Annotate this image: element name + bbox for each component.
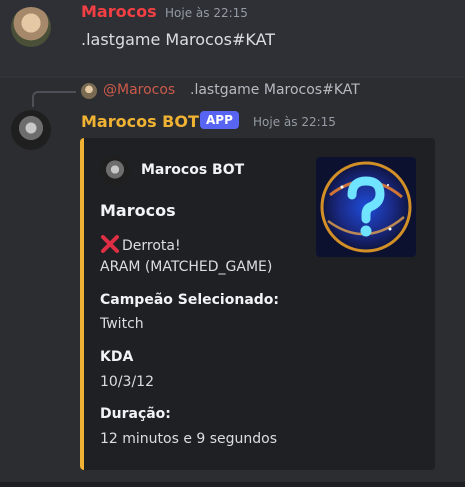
match-result-text: Derrota! <box>122 238 181 254</box>
embed-title: Marocos <box>100 201 176 220</box>
bot-username[interactable]: Marocos BOT <box>81 112 199 131</box>
reply-avatar[interactable] <box>81 83 97 99</box>
question-mark-icon <box>316 157 416 257</box>
embed-thumbnail[interactable] <box>316 157 416 257</box>
bot-avatar[interactable] <box>11 110 51 150</box>
embed-author-icon <box>100 156 130 186</box>
field-champion-name: Campeão Selecionado: <box>100 292 280 308</box>
field-kda-name: KDA <box>100 349 134 365</box>
message-timestamp: Hoje às 22:15 <box>165 6 248 20</box>
reply-spine <box>32 91 76 107</box>
match-result: Derrota! <box>100 235 181 254</box>
app-badge: APP <box>200 111 239 129</box>
embed-author-name: Marocos BOT <box>141 162 245 178</box>
field-kda-value: 10/3/12 <box>100 374 154 390</box>
field-duration-name: Duração: <box>100 406 171 422</box>
chat-bottom-divider <box>0 482 465 487</box>
message-timestamp: Hoje às 22:15 <box>253 115 336 129</box>
reply-preview-text[interactable]: .lastgame Marocos#KAT <box>190 82 360 98</box>
game-mode: ARAM (MATCHED_GAME) <box>100 259 273 275</box>
reply-mention[interactable]: @Marocos <box>103 82 175 98</box>
field-champion-value: Twitch <box>100 316 144 332</box>
field-duration-value: 12 minutos e 9 segundos <box>100 431 278 447</box>
x-mark-icon <box>101 235 119 253</box>
message-content: .lastgame Marocos#KAT <box>81 30 276 49</box>
user-username[interactable]: Marocos <box>81 2 157 21</box>
user-avatar[interactable] <box>11 7 51 47</box>
